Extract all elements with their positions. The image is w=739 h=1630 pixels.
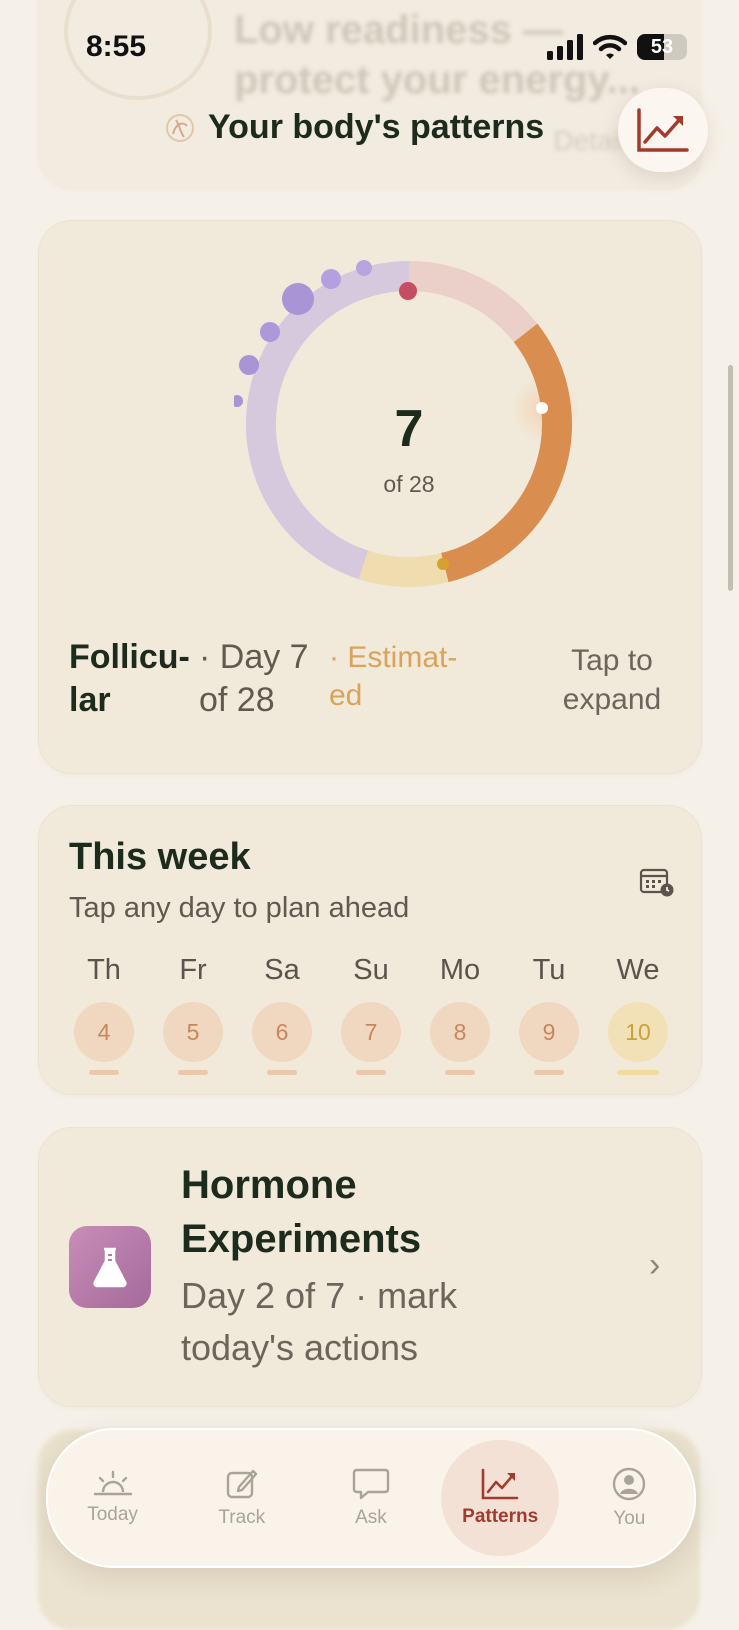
- cycle-day-number: 7: [394, 400, 424, 458]
- page-title: Your body's patterns: [208, 108, 545, 146]
- symptom-bubble: [282, 283, 314, 315]
- day-phase-bar: [267, 1070, 297, 1075]
- tab-today[interactable]: Today: [54, 1440, 172, 1556]
- day-phase-bar: [356, 1070, 386, 1075]
- readiness-line-1: Low readiness —: [234, 8, 563, 52]
- tab-patterns[interactable]: Patterns: [441, 1440, 560, 1556]
- day-thursday[interactable]: Th 4: [61, 954, 147, 1075]
- phase-name: Follicu-lar: [69, 638, 190, 719]
- trends-button[interactable]: [618, 88, 708, 172]
- day-number[interactable]: 4: [74, 1002, 134, 1062]
- week-subtitle: Tap any day to plan ahead: [69, 892, 410, 924]
- day-phase-bar: [445, 1070, 475, 1075]
- ovulation-arc: [358, 550, 449, 588]
- edit-icon: [226, 1469, 257, 1499]
- cycle-ring[interactable]: 7 of 28: [231, 249, 584, 589]
- tab-label: Patterns: [462, 1506, 539, 1527]
- chevron-right-icon: ›: [649, 1246, 661, 1284]
- cycle-length-label: of 28: [383, 471, 435, 497]
- period-start-dot: [399, 282, 417, 300]
- day-number[interactable]: 10: [608, 1002, 668, 1062]
- day-name: Fr: [179, 954, 207, 986]
- menstrual-arc: [408, 261, 538, 343]
- day-tuesday[interactable]: Tu 9: [506, 954, 592, 1075]
- day-name: Sa: [264, 954, 300, 986]
- day-phase-bar: [534, 1070, 564, 1075]
- this-week-card: This week Tap any day to plan ahead Th 4…: [38, 805, 702, 1095]
- symptom-bubble: [321, 269, 341, 289]
- hormone-subtitle: Day 2 of 7 · mark today's actions: [181, 1275, 458, 1369]
- ovulation-dot: [437, 558, 449, 570]
- tab-label: Ask: [355, 1507, 387, 1528]
- battery-icon: 53: [637, 34, 687, 60]
- wifi-icon: [593, 34, 627, 59]
- cycle-card[interactable]: 7 of 28 Follicu-lar · Day 7 of 28 · Esti…: [38, 220, 702, 774]
- day-name: Tu: [532, 954, 566, 986]
- hormone-title: Hormone Experiments: [181, 1163, 422, 1261]
- day-wednesday[interactable]: We 10: [595, 954, 681, 1075]
- estimated-label: · Estimat-ed: [329, 641, 458, 712]
- day-monday[interactable]: Mo 8: [417, 954, 503, 1075]
- calendar-icon[interactable]: [639, 866, 675, 903]
- cycle-day-label: · Day 7 of 28: [199, 638, 309, 719]
- battery-level: 53: [650, 35, 674, 58]
- sunrise-icon: [93, 1470, 132, 1496]
- day-friday[interactable]: Fr 5: [150, 954, 236, 1075]
- tab-label: Track: [218, 1507, 266, 1528]
- day-number[interactable]: 5: [163, 1002, 223, 1062]
- day-number[interactable]: 9: [519, 1002, 579, 1062]
- user-icon: [613, 1467, 646, 1501]
- scrollbar[interactable]: [728, 365, 733, 591]
- day-number[interactable]: 7: [341, 1002, 401, 1062]
- hormone-experiments-card[interactable]: Hormone Experiments Day 2 of 7 · mark to…: [38, 1127, 702, 1407]
- week-days: Th 4 Fr 5 Sa 6 Su 7 Mo 8 Tu 9 We 10: [61, 954, 681, 1075]
- trend-icon: [481, 1468, 519, 1500]
- logo-icon: [166, 113, 194, 142]
- chat-icon: [352, 1468, 390, 1500]
- day-name: Mo: [439, 954, 481, 986]
- tab-track[interactable]: Track: [183, 1440, 301, 1556]
- day-name: We: [616, 954, 660, 986]
- symptom-bubble: [356, 260, 372, 276]
- tab-bar: Today Track Ask Patterns You: [46, 1428, 696, 1568]
- day-name: Th: [87, 954, 121, 986]
- day-number[interactable]: 6: [252, 1002, 312, 1062]
- day-sunday[interactable]: Su 7: [328, 954, 414, 1075]
- tab-ask[interactable]: Ask: [312, 1440, 430, 1556]
- day-number[interactable]: 8: [430, 1002, 490, 1062]
- trend-chart-icon: [637, 108, 689, 152]
- tap-to-expand-hint[interactable]: Tap to expand: [552, 641, 672, 719]
- week-title: This week: [69, 836, 251, 878]
- tab-you[interactable]: You: [570, 1440, 688, 1556]
- day-saturday[interactable]: Sa 6: [239, 954, 325, 1075]
- page-header: Your body's patterns: [164, 108, 544, 147]
- readiness-line-2: protect your energy...: [234, 58, 641, 102]
- symptom-bubble: [239, 355, 259, 375]
- tab-label: You: [613, 1508, 646, 1529]
- day-phase-bar: [617, 1070, 659, 1075]
- day-name: Su: [353, 954, 389, 986]
- flask-icon: [93, 1247, 127, 1288]
- status-time: 8:55: [86, 30, 147, 63]
- tab-label: Today: [87, 1504, 138, 1525]
- day-phase-bar: [89, 1070, 119, 1075]
- flask-icon-tile: [69, 1226, 151, 1308]
- signal-icon: [547, 34, 583, 60]
- status-icons: 53: [547, 34, 687, 60]
- day-phase-bar: [178, 1070, 208, 1075]
- symptom-bubble: [260, 322, 280, 342]
